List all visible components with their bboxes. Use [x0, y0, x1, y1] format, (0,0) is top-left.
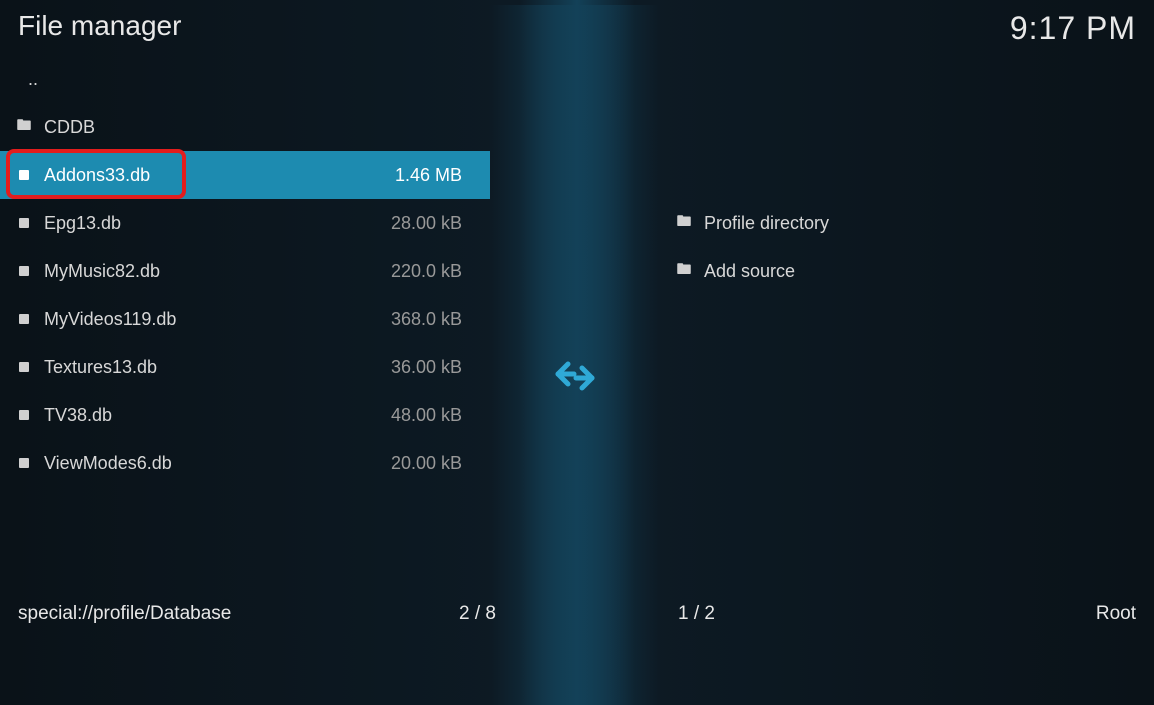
file-icon — [16, 266, 32, 276]
item-name: Addons33.db — [44, 165, 395, 186]
list-item[interactable]: MyVideos119.db368.0 kB — [0, 295, 490, 343]
item-name: ViewModes6.db — [44, 453, 391, 474]
list-item[interactable]: 🖿 Profile directory — [660, 199, 1154, 247]
transfer-arrows-icon — [554, 360, 596, 400]
list-item[interactable]: Epg13.db28.00 kB — [0, 199, 490, 247]
folder-icon: 🖿 — [676, 259, 692, 284]
list-item[interactable]: TV38.db48.00 kB — [0, 391, 490, 439]
item-name: Add source — [704, 261, 1138, 282]
item-name: Textures13.db — [44, 357, 391, 378]
list-item[interactable]: MyMusic82.db220.0 kB — [0, 247, 490, 295]
item-name: TV38.db — [44, 405, 391, 426]
header: File manager 9:17 PM — [0, 0, 1154, 55]
item-size: 1.46 MB — [395, 165, 474, 186]
list-item[interactable]: 🖿 Add source — [660, 247, 1154, 295]
folder-icon: 🖿 — [16, 115, 32, 140]
footer-left: special://profile/Database 2 / 8 — [18, 603, 508, 625]
file-icon — [16, 458, 32, 468]
parent-dir-label: .. — [28, 69, 38, 90]
item-name: MyMusic82.db — [44, 261, 391, 282]
left-panel: .. 🖿CDDBAddons33.db1.46 MBEpg13.db28.00 … — [0, 55, 490, 590]
file-icon — [16, 362, 32, 372]
file-icon — [16, 410, 32, 420]
footer-right: 1 / 2 Root — [678, 603, 1136, 625]
item-size: 48.00 kB — [391, 405, 474, 426]
item-name: CDDB — [44, 117, 474, 138]
list-item[interactable]: Addons33.db1.46 MB — [0, 151, 490, 199]
file-icon — [16, 170, 32, 180]
item-size: 20.00 kB — [391, 453, 474, 474]
item-name: Profile directory — [704, 213, 1138, 234]
clock: 9:17 PM — [1010, 10, 1136, 47]
left-count: 2 / 8 — [459, 603, 508, 625]
list-item[interactable]: ViewModes6.db20.00 kB — [0, 439, 490, 487]
item-name: Epg13.db — [44, 213, 391, 234]
main-content: .. 🖿CDDBAddons33.db1.46 MBEpg13.db28.00 … — [0, 55, 1154, 590]
file-icon — [16, 218, 32, 228]
item-size: 368.0 kB — [391, 309, 474, 330]
left-path: special://profile/Database — [18, 603, 231, 625]
page-title: File manager — [18, 10, 181, 42]
item-size: 220.0 kB — [391, 261, 474, 282]
right-label: Root — [1096, 603, 1136, 625]
right-count: 1 / 2 — [678, 603, 727, 625]
footer: special://profile/Database 2 / 8 1 / 2 R… — [0, 595, 1154, 635]
item-name: MyVideos119.db — [44, 309, 391, 330]
item-size: 28.00 kB — [391, 213, 474, 234]
parent-dir-item[interactable]: .. — [0, 55, 490, 103]
list-item[interactable]: Textures13.db36.00 kB — [0, 343, 490, 391]
list-item[interactable]: 🖿 CDDB — [0, 103, 490, 151]
file-icon — [16, 314, 32, 324]
item-size: 36.00 kB — [391, 357, 474, 378]
right-panel: 🖿 Profile directory 🖿 Add source — [660, 55, 1154, 590]
folder-icon: 🖿 — [676, 211, 692, 236]
